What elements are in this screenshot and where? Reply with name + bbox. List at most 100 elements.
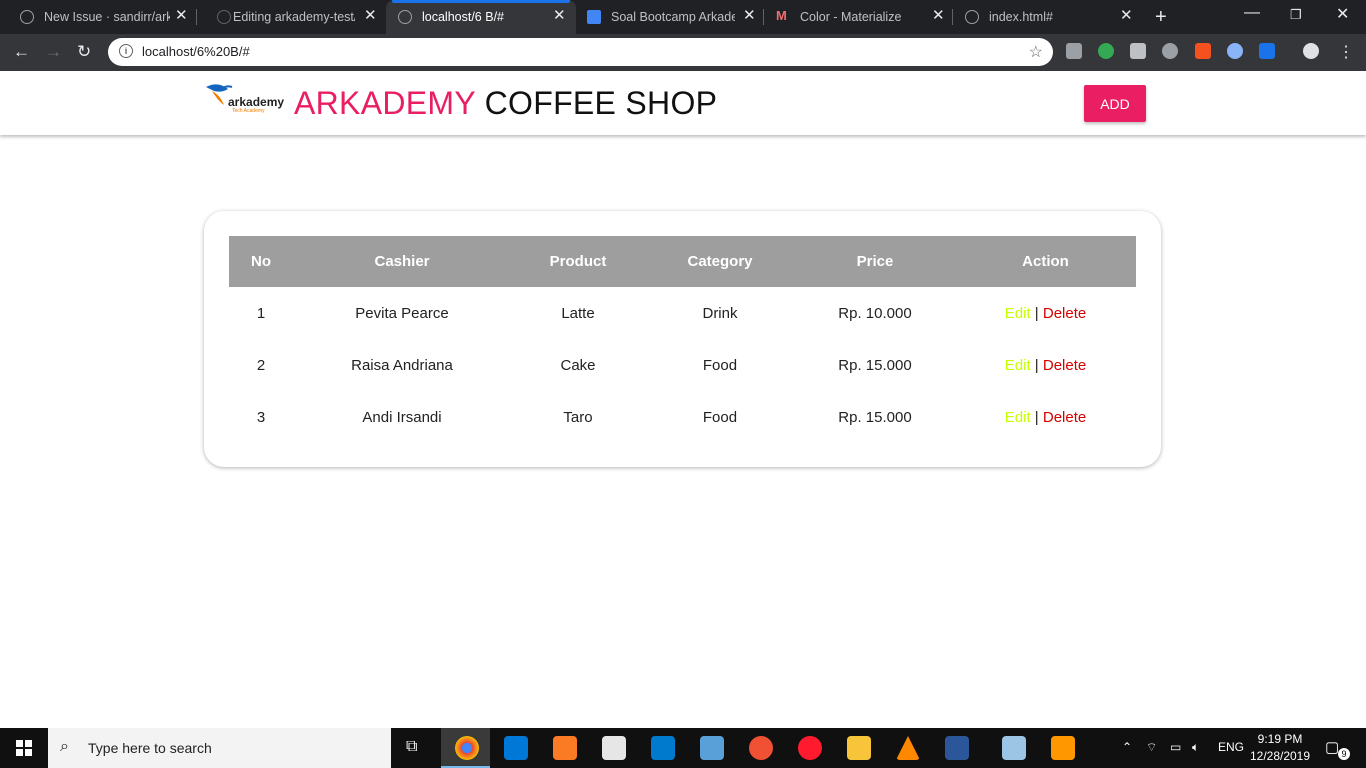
forward-icon[interactable]: →	[45, 42, 62, 62]
search-placeholder[interactable]: Type here to search	[88, 740, 212, 756]
volume-icon[interactable]: 🔈︎	[1192, 740, 1199, 755]
close-icon[interactable]: ✕	[175, 8, 188, 24]
transactions-table: No Cashier Product Category Price Action…	[229, 236, 1136, 443]
minimize-icon[interactable]: —	[1244, 4, 1260, 22]
browser-tab[interactable]: index.html# ✕	[953, 0, 1142, 34]
github-icon	[20, 10, 34, 24]
table-row: 3 Andi Irsandi Taro Food Rp. 15.000 Edit…	[229, 391, 1136, 443]
word-icon[interactable]	[945, 736, 969, 760]
new-tab-icon[interactable]: +	[1155, 6, 1167, 29]
cell-cashier: Raisa Andriana	[351, 356, 453, 374]
clock-time: 9:19 PM	[1257, 732, 1303, 746]
app-icon[interactable]	[700, 736, 724, 760]
column-header: Cashier	[293, 236, 511, 287]
browser-tab[interactable]: M Color - Materialize ✕	[764, 0, 953, 34]
profile-avatar[interactable]	[1303, 43, 1319, 59]
cell-action: Edit | Delete	[955, 287, 1136, 339]
table-row: 2 Raisa Andriana Cake Food Rp. 15.000 Ed…	[229, 339, 1136, 391]
column-header: No	[229, 236, 293, 287]
address-bar[interactable]: i localhost/6%20B/# ☆	[108, 38, 1053, 66]
browser-tab[interactable]: Soal Bootcamp Arkader ✕	[576, 0, 764, 34]
reload-icon[interactable]: ↻	[77, 42, 91, 62]
window-close-icon[interactable]: ✕	[1336, 4, 1349, 24]
vlc-icon[interactable]	[896, 736, 920, 760]
cell-no: 2	[256, 356, 266, 374]
wifi-icon[interactable]: ⌔	[1146, 740, 1157, 755]
app-icon[interactable]	[1002, 736, 1026, 760]
chrome-icon[interactable]	[455, 736, 479, 760]
windows-start-icon[interactable]	[16, 740, 32, 756]
close-icon[interactable]: ✕	[364, 8, 377, 24]
menu-dots-icon[interactable]: ⋮	[1338, 42, 1354, 62]
restore-icon[interactable]: ❐	[1290, 7, 1302, 23]
add-button[interactable]: ADD	[1084, 85, 1146, 122]
column-header: Category	[645, 236, 795, 287]
delete-link[interactable]: Delete	[1043, 409, 1086, 426]
google-docs-icon	[587, 10, 601, 24]
edit-link[interactable]: Edit	[1005, 357, 1031, 374]
cell-product: Taro	[563, 408, 593, 426]
file-explorer-icon[interactable]	[847, 736, 871, 760]
browser-tab[interactable]: New Issue · sandirr/arka ✕	[0, 0, 197, 34]
cell-price: Rp. 10.000	[838, 304, 912, 322]
delete-link[interactable]: Delete	[1043, 357, 1086, 374]
url-text[interactable]: localhost/6%20B/#	[142, 44, 250, 59]
edit-link[interactable]: Edit	[1005, 305, 1031, 322]
tab-title: Soal Bootcamp Arkader	[611, 10, 735, 24]
opera-icon[interactable]	[798, 736, 822, 760]
camera-icon[interactable]	[1130, 43, 1146, 59]
chevron-up-icon[interactable]: ⌃	[1122, 740, 1132, 754]
clock-date: 12/28/2019	[1249, 749, 1311, 763]
extension-icon[interactable]	[1098, 43, 1114, 59]
tab-title: Color - Materialize	[800, 10, 902, 24]
cell-product: Cake	[560, 356, 596, 374]
close-icon[interactable]: ✕	[553, 8, 566, 24]
table-header-row: No Cashier Product Category Price Action	[229, 236, 1136, 287]
action-separator: |	[1034, 356, 1039, 374]
github-icon	[217, 10, 231, 24]
bookmark-star-icon[interactable]: ☆	[1029, 42, 1043, 62]
sublime-text-icon[interactable]	[1051, 736, 1075, 760]
cell-action: Edit | Delete	[955, 339, 1136, 391]
language-indicator[interactable]: ENG	[1218, 740, 1244, 754]
extension-icon[interactable]	[1162, 43, 1178, 59]
close-icon[interactable]: ✕	[1120, 8, 1133, 24]
brand-accent: ARKADEMY	[294, 85, 476, 121]
vscode-icon[interactable]	[651, 736, 675, 760]
extension-shield-icon[interactable]	[1066, 43, 1082, 59]
mail-icon[interactable]	[602, 736, 626, 760]
extension-icon[interactable]	[1195, 43, 1211, 59]
back-icon[interactable]: ←	[13, 42, 30, 62]
delete-link[interactable]: Delete	[1043, 305, 1086, 322]
store-icon[interactable]	[504, 736, 528, 760]
close-icon[interactable]: ✕	[932, 8, 945, 24]
cell-category: Food	[702, 356, 738, 374]
close-icon[interactable]: ✕	[743, 8, 756, 24]
app-icon[interactable]	[749, 736, 773, 760]
cell-category: Drink	[702, 304, 738, 322]
action-separator: |	[1034, 304, 1039, 322]
cell-price: Rp. 15.000	[838, 356, 912, 374]
app-header: arkademy Tech Academy ARKADEMY COFFEE SH…	[0, 71, 1366, 135]
info-icon[interactable]: i	[119, 44, 133, 58]
xampp-icon[interactable]	[553, 736, 577, 760]
browser-toolbar: ← → ↻ i localhost/6%20B/# ☆	[0, 34, 1366, 71]
active-tab-indicator	[392, 0, 570, 3]
tab-title: Editing arkademy-test/	[233, 10, 355, 24]
browser-tab-active[interactable]: localhost/6 B/# ✕	[386, 0, 576, 34]
materialize-icon: M	[776, 8, 787, 23]
browser-tab[interactable]: Editing arkademy-test/ ✕	[197, 0, 386, 34]
tab-title: index.html#	[989, 10, 1053, 24]
notification-badge: 9	[1338, 748, 1350, 760]
extension-icon[interactable]	[1259, 43, 1275, 59]
battery-icon[interactable]: ▭	[1170, 740, 1181, 754]
arkademy-logo: arkademy Tech Academy	[204, 79, 288, 119]
globe-icon	[398, 10, 412, 24]
clock[interactable]: 9:19 PM 12/28/2019	[1249, 731, 1311, 765]
edit-link[interactable]: Edit	[1005, 409, 1031, 426]
task-view-icon[interactable]: ⧉	[406, 738, 417, 756]
column-header: Price	[795, 236, 955, 287]
taskbar-search-box[interactable]: ⌕ Type here to search	[48, 728, 391, 768]
tab-title: localhost/6 B/#	[422, 10, 504, 24]
extension-icon[interactable]	[1227, 43, 1243, 59]
